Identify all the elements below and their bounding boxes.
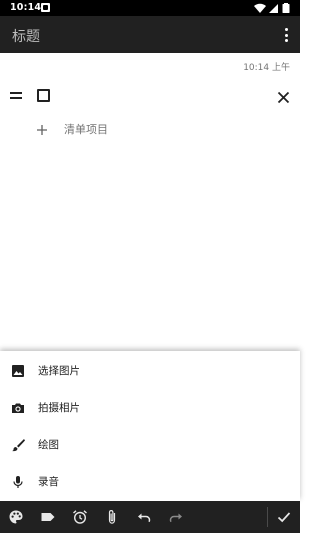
- checklist-item: [0, 83, 300, 109]
- menu-item-label: 录音: [38, 476, 59, 488]
- label-icon[interactable]: [40, 509, 56, 525]
- checklist-checkbox[interactable]: [37, 89, 50, 102]
- undo-icon[interactable]: [136, 509, 152, 525]
- menu-item-label: 选择图片: [38, 365, 80, 377]
- check-icon[interactable]: [276, 509, 292, 525]
- battery-icon: [282, 3, 290, 13]
- camera-icon: [11, 400, 25, 414]
- toolbar-divider: [267, 507, 268, 527]
- close-icon[interactable]: [277, 89, 290, 104]
- plus-icon: [36, 121, 48, 135]
- attach-icon[interactable]: [104, 509, 120, 525]
- image-icon: [11, 363, 25, 377]
- cellular-icon: [269, 4, 278, 13]
- status-time: 10:14: [10, 2, 42, 13]
- menu-item-label: 拍摄相片: [38, 402, 80, 414]
- redo-icon[interactable]: [168, 509, 184, 525]
- edited-timestamp: 10:14 上午: [243, 63, 290, 73]
- drag-handle-icon[interactable]: [10, 92, 22, 100]
- brush-icon: [11, 437, 25, 452]
- attach-menu: 选择图片 拍摄相片 绘图 录音: [0, 351, 300, 501]
- menu-item-choose-image[interactable]: 选择图片: [0, 351, 300, 388]
- add-checklist-item[interactable]: 清单项目: [0, 117, 300, 139]
- editor-toolbar: [0, 501, 300, 533]
- app-bar: 标题: [0, 16, 300, 53]
- menu-item-take-photo[interactable]: 拍摄相片: [0, 388, 300, 425]
- add-item-label: 清单项目: [64, 123, 108, 136]
- status-icons: [254, 3, 294, 13]
- mic-icon: [11, 474, 25, 488]
- notification-icon: [41, 3, 50, 12]
- status-bar: 10:14: [0, 0, 300, 16]
- palette-icon[interactable]: [8, 509, 24, 525]
- menu-item-label: 绘图: [38, 439, 59, 451]
- note-title-input[interactable]: 标题: [12, 26, 40, 46]
- wifi-icon: [254, 3, 266, 13]
- more-options-icon[interactable]: [278, 25, 294, 45]
- menu-item-record-audio[interactable]: 录音: [0, 462, 300, 499]
- alarm-icon[interactable]: [72, 509, 88, 525]
- menu-item-drawing[interactable]: 绘图: [0, 425, 300, 462]
